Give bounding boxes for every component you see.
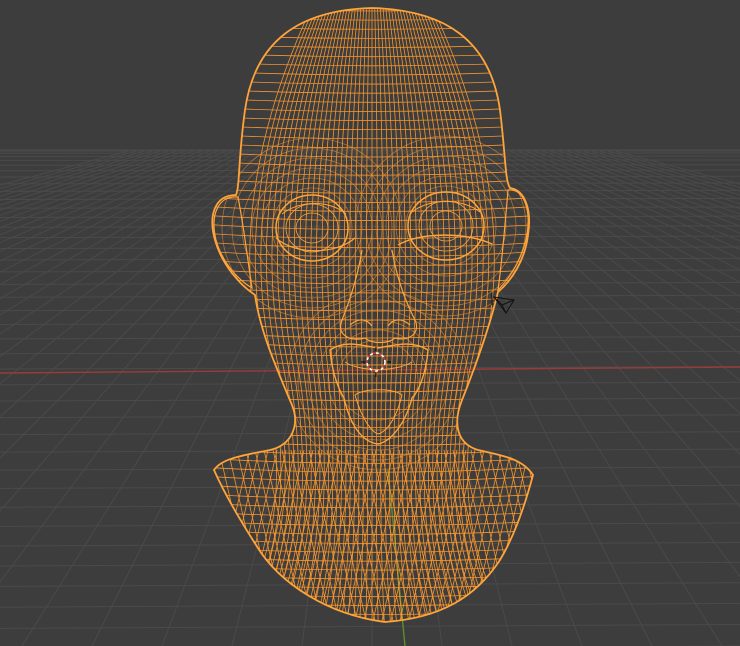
mesh-edge [212, 124, 533, 131]
grid-line [0, 149, 269, 316]
mesh-edge [212, 133, 533, 140]
mesh-edge [409, 8, 462, 622]
mesh-edge [212, 70, 533, 76]
mesh-edge [212, 97, 533, 103]
grid-line [0, 225, 740, 228]
grid-line [0, 149, 197, 222]
grid-line [0, 582, 740, 587]
floor-grid [0, 149, 740, 646]
mesh-edge [374, 8, 379, 622]
grid-line [0, 149, 261, 300]
grid-line [0, 149, 205, 229]
grid-line [0, 561, 740, 567]
grid-line [0, 624, 740, 629]
mesh-edge [212, 25, 533, 30]
mesh-edge [552, 450, 592, 625]
mesh-edge [552, 450, 592, 625]
grid-line [0, 414, 740, 419]
mesh-edge [212, 52, 533, 58]
grid-line [0, 149, 325, 583]
grid-line [0, 149, 229, 252]
mesh-edge [534, 450, 574, 625]
grid-line [0, 235, 740, 239]
grid-line [0, 149, 213, 236]
mesh-edge [212, 43, 533, 48]
mesh-edge [543, 450, 583, 625]
head-mesh-wireframe[interactable] [200, 6, 601, 632]
mesh-edge [212, 142, 533, 149]
mesh-edge [212, 16, 533, 21]
mesh-edge [365, 8, 370, 622]
grid-line [0, 484, 740, 489]
grid-line [0, 269, 740, 273]
grid-line [0, 149, 221, 244]
mesh-edge [543, 450, 583, 625]
mesh-edge [212, 88, 533, 94]
grid-line [0, 350, 740, 355]
grid-line [0, 149, 165, 201]
mesh-edge [212, 61, 533, 67]
grid-line [0, 169, 740, 172]
grid-line [0, 149, 237, 262]
3d-viewport[interactable] [0, 0, 740, 646]
mesh-edge [212, 34, 533, 39]
mesh-edge [212, 106, 533, 112]
mesh-edge [212, 115, 533, 121]
grid-line [395, 149, 583, 646]
viewport-canvas[interactable] [0, 0, 740, 646]
mesh-edge [534, 450, 574, 625]
grid-line [0, 541, 740, 547]
mesh-edge [524, 449, 533, 622]
grid-line [0, 149, 149, 193]
grid-line [0, 197, 740, 200]
mesh-edge [401, 8, 443, 622]
grid-line [0, 149, 189, 216]
mesh-edge [515, 449, 533, 622]
grid-line [0, 149, 245, 273]
grid-line [161, 149, 349, 646]
